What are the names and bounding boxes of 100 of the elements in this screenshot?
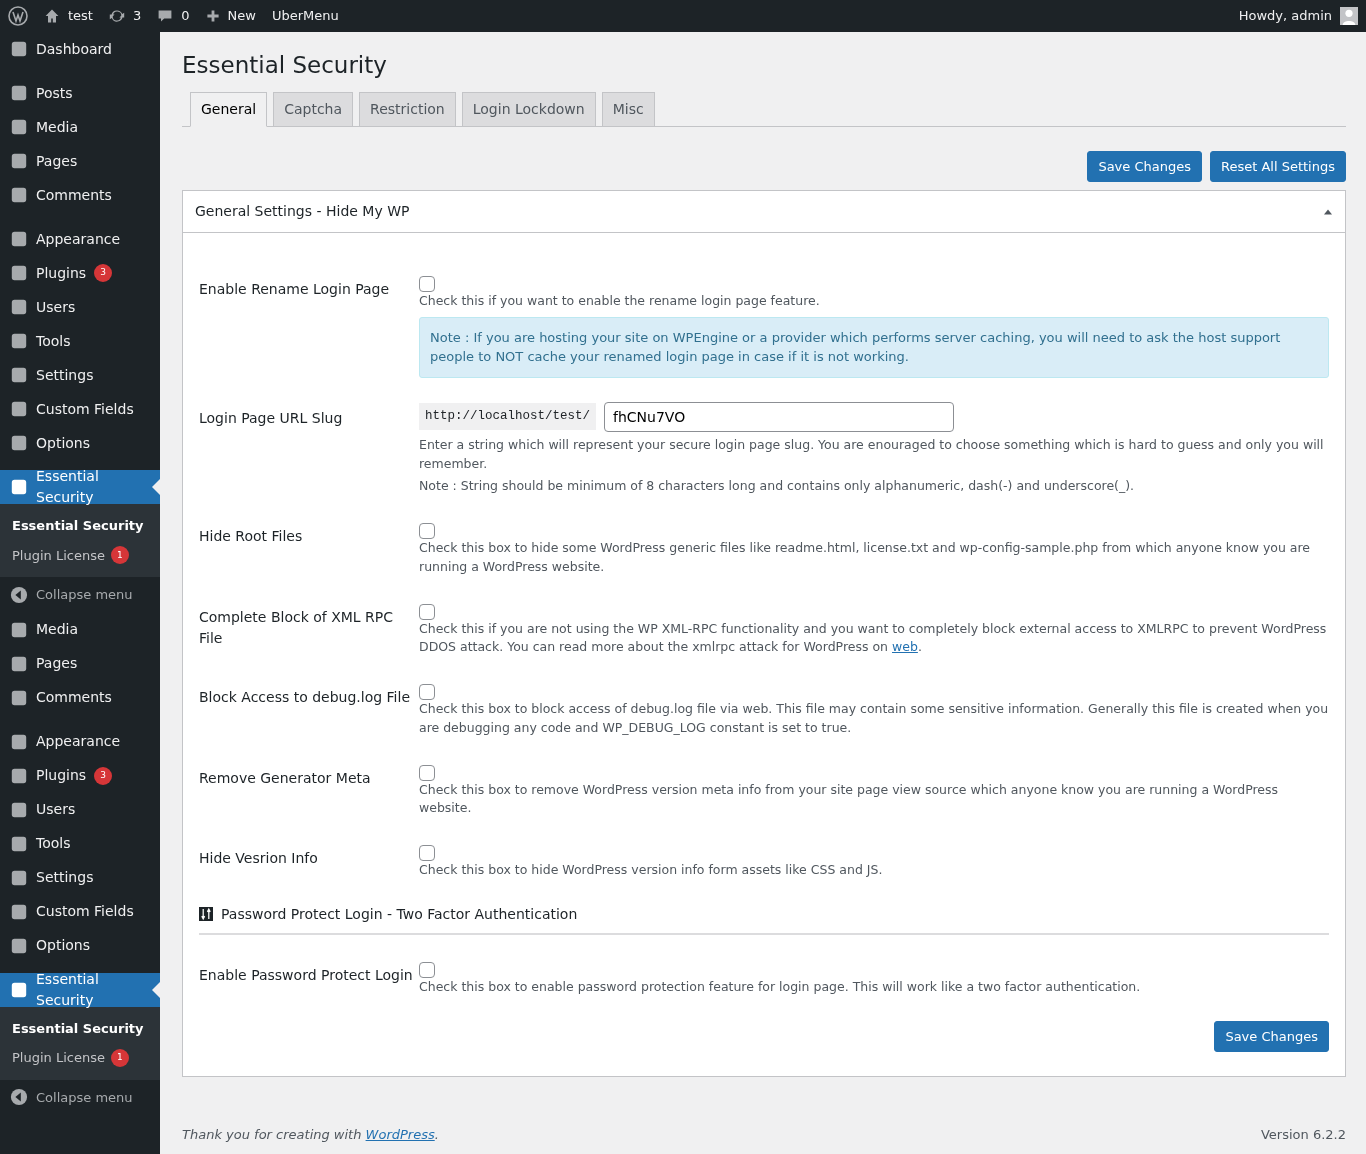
site-link[interactable]: test	[68, 6, 93, 26]
checkbox[interactable]	[419, 961, 435, 978]
count-badge: 3	[94, 264, 113, 282]
setting-label: Enable Rename Login Page	[199, 280, 391, 300]
collapse-link[interactable]: Collapse menu	[36, 585, 133, 605]
home-icon	[44, 8, 60, 24]
sidebar-item[interactable]: Custom Fields	[0, 392, 160, 426]
square-icon	[10, 834, 28, 853]
avatar-icon	[1340, 7, 1358, 25]
square-icon	[10, 766, 28, 785]
sidebar-item[interactable]: Settings	[0, 358, 160, 392]
sidebar-item[interactable]: Posts	[0, 76, 160, 110]
setting-description: Check this box to block access of debug.log file via web. This file may contain some sensitive information. Generally this file is created when you are debugging any code and WP_DEBUG_LOG constant is set to true.	[419, 700, 1329, 737]
submenu-item[interactable]: Plugin License 1	[0, 1043, 160, 1073]
square-icon	[10, 186, 28, 204]
count-badge: 1	[110, 1048, 129, 1067]
square-icon	[10, 118, 28, 136]
version-text: Version 6.2.2	[1261, 1126, 1346, 1145]
slug-input-field[interactable]: fhCNu7VO	[604, 401, 955, 432]
sidebar-item[interactable]: Appearance	[0, 724, 160, 759]
sidebar-item[interactable]: Media	[0, 110, 160, 144]
sidebar-item[interactable]: Pages	[0, 646, 160, 681]
tab[interactable]: Captcha	[273, 91, 354, 126]
sidebar-item[interactable]: Essential Security	[0, 470, 160, 504]
submenu-item[interactable]: Essential Security	[0, 511, 160, 541]
square-icon	[10, 264, 28, 282]
greeting-link[interactable]: Howdy, admin	[1238, 6, 1332, 26]
setting-label: Login Page URL Slug	[199, 408, 344, 428]
square-icon	[10, 620, 28, 639]
sidebar-item[interactable]: Tools	[0, 324, 160, 358]
square-icon	[10, 654, 28, 673]
collapse-icon	[10, 585, 28, 604]
sidebar-item[interactable]: Settings	[0, 860, 160, 895]
count-badge: 3	[94, 766, 113, 785]
web-link[interactable]: web	[892, 639, 918, 655]
setting-label: Block Access to debug.log File	[199, 688, 411, 708]
square-icon	[10, 478, 28, 496]
updates-count[interactable]: 3	[132, 6, 142, 26]
setting-label: Remove Generator Meta	[199, 768, 372, 788]
save-button[interactable]: Save Changes	[1087, 150, 1202, 183]
square-icon	[10, 400, 28, 418]
square-icon	[10, 434, 28, 452]
square-icon	[10, 980, 28, 999]
count-badge: 1	[110, 546, 129, 565]
sidebar-item[interactable]: Comments	[0, 178, 160, 212]
new-link[interactable]: New	[227, 6, 256, 26]
wordpress-link[interactable]: WordPress	[365, 1127, 435, 1143]
setting-description: Check this if you want to enable the rename login page feature.	[419, 292, 821, 311]
sidebar-item[interactable]: Options	[0, 426, 160, 460]
tab[interactable]: General	[190, 91, 268, 127]
sidebar-item[interactable]: Users	[0, 792, 160, 827]
checkbox[interactable]	[419, 764, 435, 781]
checkbox[interactable]	[419, 603, 435, 620]
sidebar-item[interactable]: Pages	[0, 144, 160, 178]
checkbox[interactable]	[419, 684, 435, 701]
sidebar-item[interactable]: Plugins 3	[0, 256, 160, 290]
square-icon	[10, 902, 28, 921]
sidebar-item[interactable]: Comments	[0, 680, 160, 715]
sidebar-item[interactable]: Tools	[0, 826, 160, 861]
sidebar-item[interactable]: Custom Fields	[0, 894, 160, 929]
square-icon	[10, 84, 28, 102]
setting-label: Hide Vesrion Info	[199, 849, 319, 869]
submenu-item[interactable]: Plugin License 1	[0, 540, 160, 570]
setting-description: Check this if you are not using the WP XML-RPC functionality and you want to completely block external access to XMLRPC to prevent WordPress DDOS attack. You can read more about the xmlrpc attack for WordPress on web.	[419, 619, 1328, 657]
checkbox[interactable]	[419, 276, 435, 293]
section-heading: Password Protect Login - Two Factor Authentication	[221, 904, 578, 924]
sidebar-item[interactable]: Appearance	[0, 222, 160, 256]
sidebar-item[interactable]: Media	[0, 612, 160, 647]
setting-note: Note : String should be minimum of 8 characters long and contains only alphanumeric, dash(-) and underscore(_).	[419, 477, 1136, 496]
square-icon	[10, 936, 28, 955]
square-icon	[10, 230, 28, 248]
info-note: Note : If you are hosting your site on WPEngine or a provider which performs server caching, you will need to ask the host support people to NOT cache your renamed login page in case if it is not working.	[419, 316, 1329, 378]
save-button[interactable]: Save Changes	[1214, 1020, 1329, 1053]
submenu-item[interactable]: Essential Security	[0, 1013, 160, 1043]
sidebar-item[interactable]: Plugins 3	[0, 758, 160, 793]
sidebar-item[interactable]: Users	[0, 290, 160, 324]
reset-button[interactable]: Reset All Settings	[1209, 150, 1346, 183]
tab[interactable]: Misc	[601, 91, 655, 126]
menu-link[interactable]: UberMenu	[271, 6, 339, 26]
square-icon	[10, 868, 28, 887]
wordpress-logo-icon	[8, 6, 28, 26]
setting-label: Hide Root Files	[199, 527, 304, 547]
speech-bubble-icon	[157, 8, 174, 24]
tab[interactable]: Login Lockdown	[461, 91, 596, 126]
setting-description: Check this box to hide some WordPress generic files like readme.html, license.txt and wp-config-sample.php from which anyone know you are running a WordPress website.	[419, 539, 1312, 576]
square-icon	[10, 40, 28, 58]
plus-icon	[205, 9, 220, 23]
tab[interactable]: Restriction	[359, 91, 456, 126]
comments-count[interactable]: 0	[181, 6, 190, 26]
square-icon	[10, 732, 28, 751]
square-icon	[10, 688, 28, 707]
square-icon	[10, 800, 28, 819]
page-title: Essential Security	[182, 52, 388, 80]
collapse-link[interactable]: Collapse menu	[36, 1087, 133, 1107]
checkbox[interactable]	[419, 523, 435, 540]
sidebar-item[interactable]: Essential Security	[0, 972, 160, 1007]
sidebar-item[interactable]: Options	[0, 928, 160, 963]
sidebar-item[interactable]: Dashboard	[0, 32, 160, 66]
checkbox[interactable]	[419, 845, 435, 862]
setting-description: Check this box to remove WordPress version meta info from your site page view source which anyone know you are running a WordPress website.	[419, 780, 1280, 818]
